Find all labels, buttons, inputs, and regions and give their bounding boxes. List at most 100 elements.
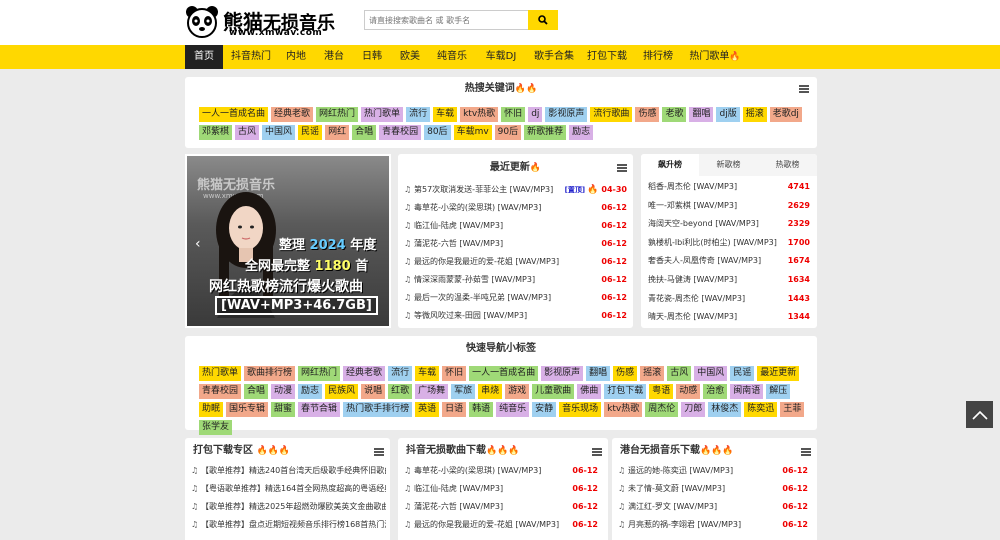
- list-item[interactable]: 稻香-周杰伦 [WAV/MP3] 4741: [648, 178, 810, 197]
- hot-keyword-tag[interactable]: 影视原声: [545, 107, 588, 122]
- list-item[interactable]: ♫ 最远的你是我最近的爱-花姐 [WAV/MP3] 06-12: [404, 253, 627, 271]
- quick-nav-tag[interactable]: 翻唱: [586, 366, 611, 381]
- quick-nav-tag[interactable]: 中国风: [694, 366, 728, 381]
- hot-keyword-tag[interactable]: 民谣: [298, 125, 323, 140]
- quick-nav-tag[interactable]: 游戏: [505, 384, 530, 399]
- hot-keyword-tag[interactable]: 怀旧: [501, 107, 526, 122]
- quick-nav-tag[interactable]: 日语: [442, 402, 467, 417]
- promo-banner[interactable]: 熊猫无损音乐 www.xmwav.com ‹ 整理 2024 年度 全网最完整 …: [185, 154, 391, 328]
- list-item[interactable]: ♫ 【歌单推荐】盘点近期短视频音乐排行榜168首热门流行: [191, 516, 386, 534]
- quick-nav-tag[interactable]: 最近更新: [757, 366, 800, 381]
- quick-nav-tag[interactable]: 音乐现场: [559, 402, 602, 417]
- hot-keyword-tag[interactable]: 中国风: [262, 125, 296, 140]
- quick-nav-tag[interactable]: 合唱: [244, 384, 269, 399]
- quick-nav-tag[interactable]: 韩语: [469, 402, 494, 417]
- list-item[interactable]: ♫ 遥远的她-陈奕迅 [WAV/MP3] 06-12: [618, 462, 808, 480]
- quick-nav-tag[interactable]: 军旅: [451, 384, 476, 399]
- list-item[interactable]: ♫ 情深深雨蒙蒙-孙茹雪 [WAV/MP3] 06-12: [404, 271, 627, 289]
- quick-nav-tag[interactable]: 刀郎: [681, 402, 706, 417]
- quick-nav-tag[interactable]: 春节合辑: [298, 402, 341, 417]
- menu-icon[interactable]: [799, 85, 809, 93]
- quick-nav-tag[interactable]: 热门歌单: [199, 366, 242, 381]
- quick-nav-tag[interactable]: 歌曲排行榜: [244, 366, 296, 381]
- menu-icon[interactable]: [592, 448, 602, 456]
- list-item[interactable]: ♫ 满江红-罗文 [WAV/MP3] 06-12: [618, 498, 808, 516]
- nav-douyin[interactable]: 抖音热门: [227, 45, 275, 69]
- hot-keyword-tag[interactable]: 流行: [406, 107, 431, 122]
- quick-nav-tag[interactable]: 儿童歌曲: [532, 384, 575, 399]
- quick-nav-tag[interactable]: 影视原声: [541, 366, 584, 381]
- nav-ranking[interactable]: 排行榜: [636, 45, 680, 69]
- nav-pack-download[interactable]: 打包下载: [584, 45, 630, 69]
- quick-nav-tag[interactable]: 经典老歌: [343, 366, 386, 381]
- menu-icon[interactable]: [617, 164, 627, 172]
- quick-nav-tag[interactable]: 说唱: [361, 384, 386, 399]
- quick-nav-tag[interactable]: 陈奕迅: [744, 402, 778, 417]
- quick-nav-tag[interactable]: 民谣: [730, 366, 755, 381]
- hot-keyword-tag[interactable]: 合唱: [352, 125, 377, 140]
- quick-nav-tag[interactable]: 古风: [667, 366, 692, 381]
- quick-nav-tag[interactable]: 周杰伦: [645, 402, 679, 417]
- site-logo[interactable]: 熊猫无损音乐 www.xmwav.com: [185, 5, 340, 39]
- hot-keyword-tag[interactable]: 车载mv: [453, 125, 492, 140]
- quick-nav-tag[interactable]: 张学友: [199, 420, 233, 435]
- tab-soaring[interactable]: 飙升榜: [641, 154, 699, 176]
- hot-keyword-tag[interactable]: 翻唱: [689, 107, 714, 122]
- quick-nav-tag[interactable]: 动漫: [271, 384, 296, 399]
- quick-nav-tag[interactable]: 网红热门: [298, 366, 341, 381]
- tab-hot-songs[interactable]: 热歌榜: [758, 154, 817, 176]
- quick-nav-tag[interactable]: 佛曲: [577, 384, 602, 399]
- quick-nav-tag[interactable]: 动感: [676, 384, 701, 399]
- hot-keyword-tag[interactable]: ktv热歌: [460, 107, 499, 122]
- quick-nav-tag[interactable]: 青春校园: [199, 384, 242, 399]
- quick-nav-tag[interactable]: 串烧: [478, 384, 503, 399]
- tab-new-songs[interactable]: 新歌榜: [699, 154, 758, 176]
- quick-nav-tag[interactable]: 纯音乐: [496, 402, 530, 417]
- list-item[interactable]: ♫ 蒲泥花-六哲 [WAV/MP3] 06-12: [404, 498, 598, 516]
- quick-nav-tag[interactable]: 林俊杰: [708, 402, 742, 417]
- quick-nav-tag[interactable]: 一人一首成名曲: [469, 366, 539, 381]
- hot-keyword-tag[interactable]: 经典老歌: [271, 107, 314, 122]
- quick-nav-tag[interactable]: 助眠: [199, 402, 224, 417]
- hot-keyword-tag[interactable]: dj: [528, 107, 543, 122]
- hot-keyword-tag[interactable]: 一人一首成名曲: [199, 107, 269, 122]
- nav-jpkr[interactable]: 日韩: [356, 45, 388, 69]
- quick-nav-tag[interactable]: 闽南语: [730, 384, 764, 399]
- hot-keyword-tag[interactable]: 老歌dj: [769, 107, 802, 122]
- quick-nav-tag[interactable]: 甜蜜: [271, 402, 296, 417]
- hot-keyword-tag[interactable]: 摇滚: [742, 107, 767, 122]
- list-item[interactable]: ♫ 第57次取消发送-菲菲公主 [WAV/MP3] [置顶] 🔥 04-30: [404, 181, 627, 199]
- quick-nav-tag[interactable]: 安静: [532, 402, 557, 417]
- list-item[interactable]: ♫ 毒草花-小梁的(梁思琪) [WAV/MP3] 06-12: [404, 462, 598, 480]
- nav-singer-collection[interactable]: 歌手合集: [530, 45, 578, 69]
- nav-home[interactable]: 首页: [185, 45, 223, 69]
- list-item[interactable]: 青花瓷-周杰伦 [WAV/MP3] 1443: [648, 290, 810, 309]
- hot-keyword-tag[interactable]: 90后: [494, 125, 522, 140]
- quick-nav-tag[interactable]: 热门歌手排行榜: [343, 402, 413, 417]
- list-item[interactable]: 奢香夫人-凤凰传奇 [WAV/MP3] 1674: [648, 252, 810, 271]
- list-item[interactable]: ♫ 临江仙-陆虎 [WAV/MP3] 06-12: [404, 480, 598, 498]
- hot-keyword-tag[interactable]: 车载: [433, 107, 458, 122]
- hot-keyword-tag[interactable]: 流行歌曲: [590, 107, 633, 122]
- quick-nav-tag[interactable]: 英语: [415, 402, 440, 417]
- list-item[interactable]: 晴天-周杰伦 [WAV/MP3] 1344: [648, 308, 810, 327]
- list-item[interactable]: 孰楼机-lbi利比(时柏尘) [WAV/MP3] 1700: [648, 234, 810, 253]
- nav-pure-music[interactable]: 纯音乐: [432, 45, 472, 69]
- quick-nav-tag[interactable]: 伤感: [613, 366, 638, 381]
- list-item[interactable]: ♫ 蒲泥花-六哲 [WAV/MP3] 06-12: [404, 235, 627, 253]
- quick-nav-tag[interactable]: 国乐专辑: [226, 402, 269, 417]
- nav-western[interactable]: 欧美: [394, 45, 426, 69]
- hot-keyword-tag[interactable]: 邓紫棋: [199, 125, 233, 140]
- search-input[interactable]: [364, 10, 528, 30]
- quick-nav-tag[interactable]: 粤语: [649, 384, 674, 399]
- nav-hot-playlist[interactable]: 热门歌单🔥: [686, 45, 744, 69]
- back-to-top-button[interactable]: [966, 401, 993, 428]
- list-item[interactable]: ♫ 【歌单推荐】精选2025年超燃劲爆欧美英文金曲歌曲194: [191, 498, 386, 516]
- quick-nav-tag[interactable]: 王菲: [780, 402, 805, 417]
- quick-nav-tag[interactable]: 励志: [298, 384, 323, 399]
- hot-keyword-tag[interactable]: 80后: [424, 125, 451, 140]
- list-item[interactable]: ♫ 【歌单推荐】精选240首台湾天后级歌手经典怀旧歌曲合: [191, 462, 386, 480]
- hot-keyword-tag[interactable]: 青春校园: [379, 125, 422, 140]
- menu-icon[interactable]: [801, 448, 811, 456]
- list-item[interactable]: ♫ 等微风吹过来-田园 [WAV/MP3] 06-12: [404, 307, 627, 325]
